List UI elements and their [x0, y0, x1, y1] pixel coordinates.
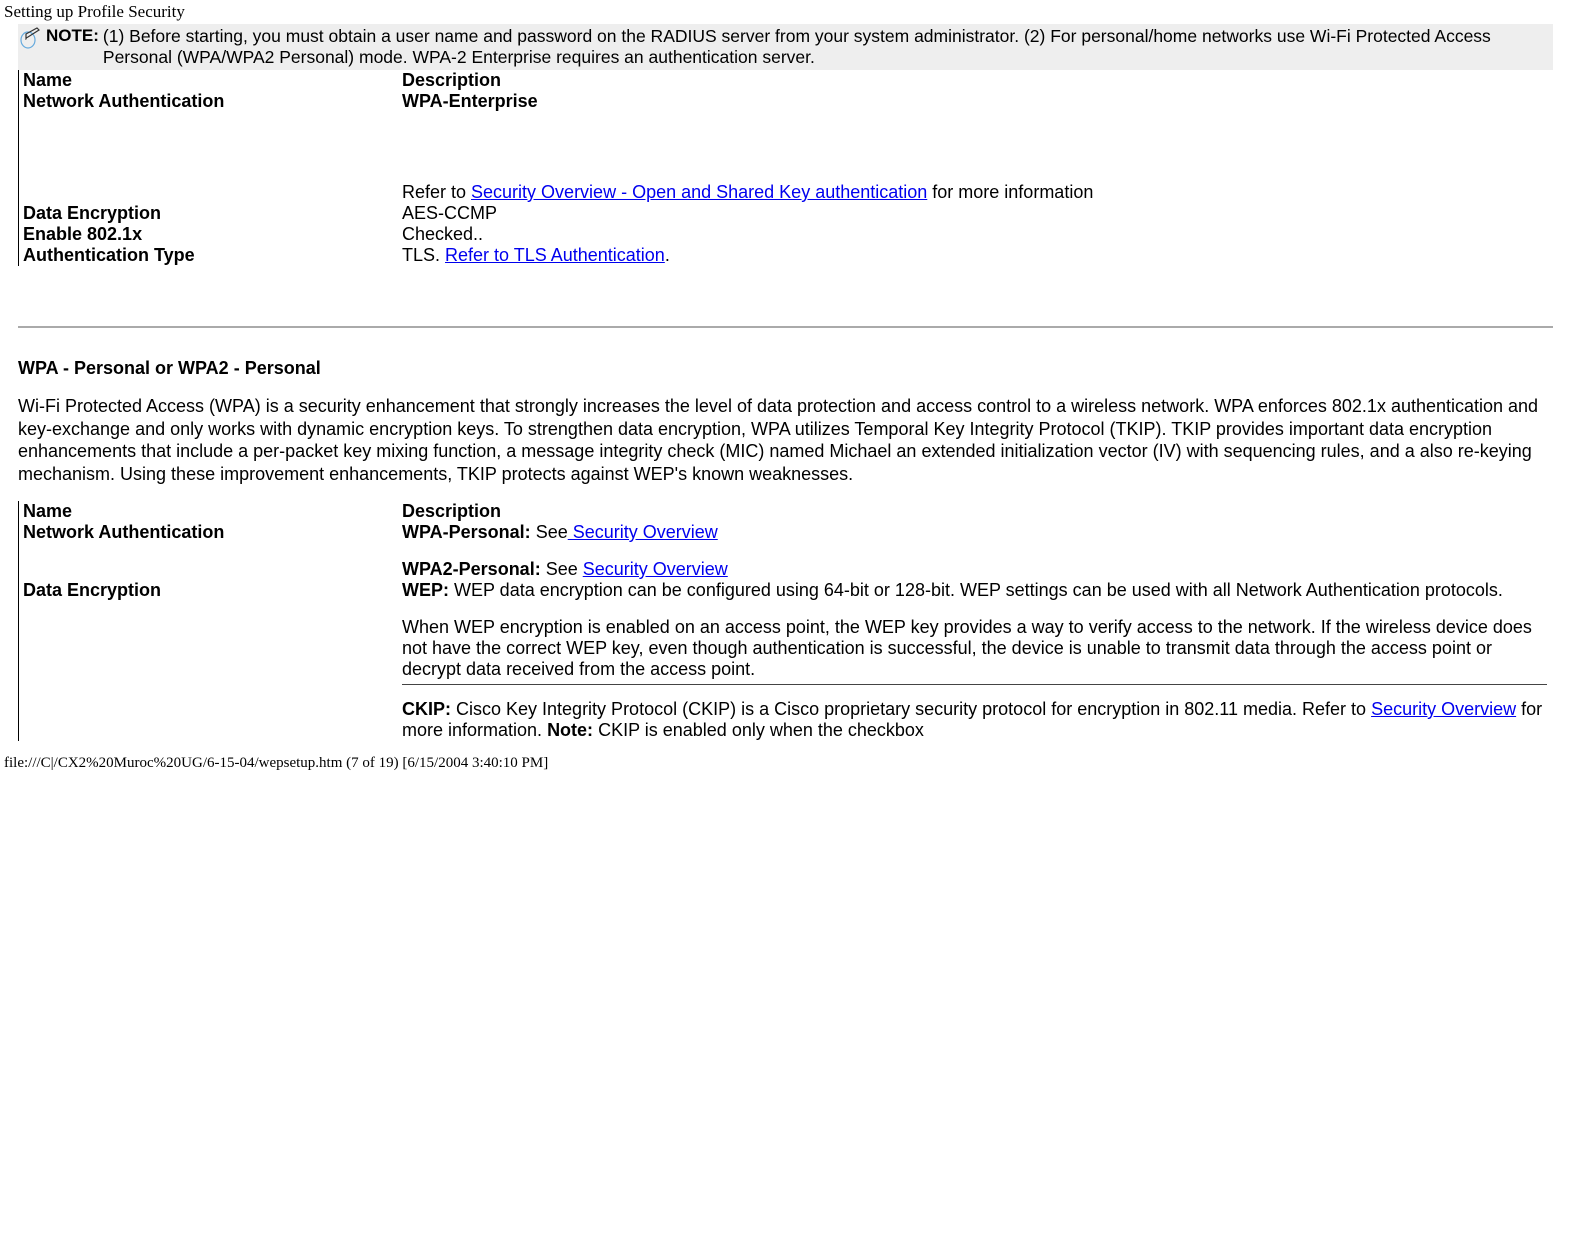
- label-network-authentication-2: Network Authentication: [19, 522, 403, 580]
- note-label: NOTE:: [46, 24, 99, 48]
- link-security-overview-2[interactable]: Security Overview: [583, 559, 728, 579]
- note-text: (1) Before starting, you must obtain a u…: [99, 24, 1553, 70]
- table2-header-description: Description: [402, 501, 1553, 522]
- heading-wpa-personal: WPA - Personal or WPA2 - Personal: [18, 358, 1553, 379]
- label-network-authentication: Network Authentication: [19, 91, 403, 203]
- wpa2-personal-line: WPA2-Personal: See Security Overview: [402, 559, 1546, 580]
- label-authentication-type: Authentication Type: [19, 245, 403, 266]
- table2-header-name: Name: [19, 501, 403, 522]
- page-title: Setting up Profile Security: [0, 0, 1571, 24]
- link-security-overview-open-shared[interactable]: Security Overview - Open and Shared Key …: [471, 182, 927, 202]
- footer-file-path: file:///C|/CX2%20Muroc%20UG/6-15-04/weps…: [0, 753, 1571, 774]
- section-divider: [18, 326, 1553, 328]
- link-tls-authentication[interactable]: Refer to TLS Authentication: [445, 245, 665, 265]
- table-header-name: Name: [19, 70, 403, 91]
- value-network-authentication: WPA-Enterprise: [402, 91, 1546, 112]
- note-box: NOTE: (1) Before starting, you must obta…: [18, 24, 1553, 70]
- wep-paragraph-2: When WEP encryption is enabled on an acc…: [402, 617, 1547, 680]
- netauth-reference: Refer to Security Overview - Open and Sh…: [402, 182, 1546, 203]
- value-data-encryption: AES-CCMP: [402, 203, 1553, 224]
- value-enable-8021x: Checked..: [402, 224, 1553, 245]
- inner-divider: [402, 684, 1547, 685]
- wep-block: WEP: WEP data encryption can be configur…: [402, 580, 1547, 601]
- paragraph-wpa-description: Wi-Fi Protected Access (WPA) is a securi…: [18, 395, 1553, 485]
- wpa-personal-line: WPA-Personal: See Security Overview: [402, 522, 1546, 543]
- settings-table-enterprise: Name Description Network Authentication …: [18, 70, 1553, 266]
- value-authentication-type: TLS. Refer to TLS Authentication.: [402, 245, 1553, 266]
- label-data-encryption-2: Data Encryption: [19, 580, 403, 741]
- note-pencil-icon: [20, 26, 44, 50]
- table-header-description: Description: [402, 70, 1553, 91]
- label-data-encryption: Data Encryption: [19, 203, 403, 224]
- ckip-block: CKIP: Cisco Key Integrity Protocol (CKIP…: [402, 699, 1547, 741]
- label-enable-8021x: Enable 802.1x: [19, 224, 403, 245]
- link-security-overview-1[interactable]: Security Overview: [568, 522, 718, 542]
- link-security-overview-3[interactable]: Security Overview: [1371, 699, 1516, 719]
- settings-table-personal: Name Description Network Authentication …: [18, 501, 1553, 741]
